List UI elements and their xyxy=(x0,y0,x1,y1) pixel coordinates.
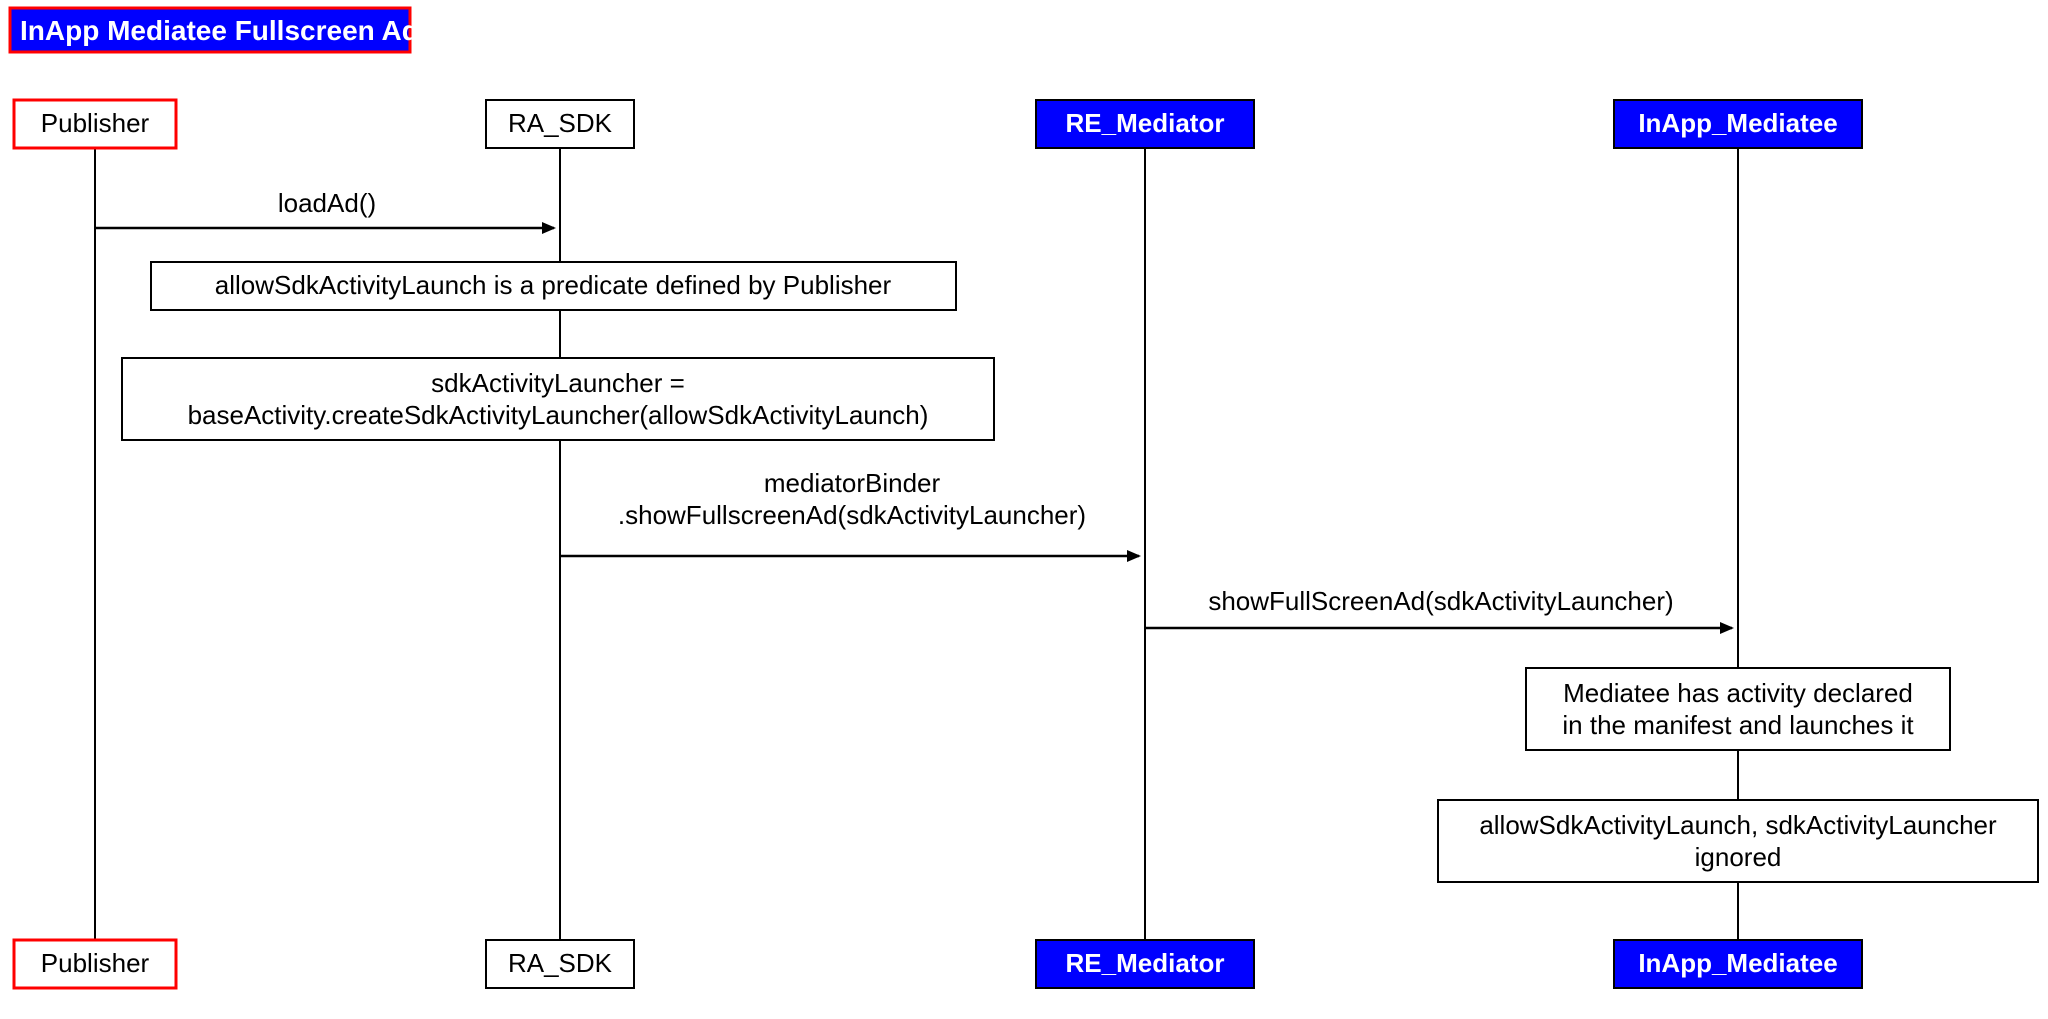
msg-showfullscreen-label: showFullScreenAd(sdkActivityLauncher) xyxy=(1208,586,1673,616)
note-ignored-l2: ignored xyxy=(1695,842,1782,872)
actor-ra-sdk-top-label: RA_SDK xyxy=(508,108,613,138)
msg-mediator-binder-l1: mediatorBinder xyxy=(764,468,941,498)
msg-mediator-binder-l2: .showFullscreenAd(sdkActivityLauncher) xyxy=(618,500,1086,530)
actor-inapp-mediatee-bottom-label: InApp_Mediatee xyxy=(1638,948,1837,978)
note-allow-predicate-text: allowSdkActivityLaunch is a predicate de… xyxy=(215,270,892,300)
actor-inapp-mediatee-top-label: InApp_Mediatee xyxy=(1638,108,1837,138)
actor-ra-sdk-bottom-label: RA_SDK xyxy=(508,948,613,978)
actor-publisher-top-label: Publisher xyxy=(41,108,150,138)
sequence-diagram: InApp Mediatee Fullscreen Ad Publisher R… xyxy=(0,0,2048,1019)
msg-loadad-label: loadAd() xyxy=(278,188,376,218)
note-sdk-launcher-l1: sdkActivityLauncher = xyxy=(431,368,685,398)
note-mediatee-activity-l2: in the manifest and launches it xyxy=(1562,710,1914,740)
actor-re-mediator-top-label: RE_Mediator xyxy=(1066,108,1225,138)
note-mediatee-activity-l1: Mediatee has activity declared xyxy=(1563,678,1913,708)
actor-publisher-bottom-label: Publisher xyxy=(41,948,150,978)
actor-re-mediator-bottom-label: RE_Mediator xyxy=(1066,948,1225,978)
note-ignored-l1: allowSdkActivityLaunch, sdkActivityLaunc… xyxy=(1479,810,1997,840)
diagram-title: InApp Mediatee Fullscreen Ad xyxy=(20,15,419,46)
note-sdk-launcher-l2: baseActivity.createSdkActivityLauncher(a… xyxy=(188,400,929,430)
